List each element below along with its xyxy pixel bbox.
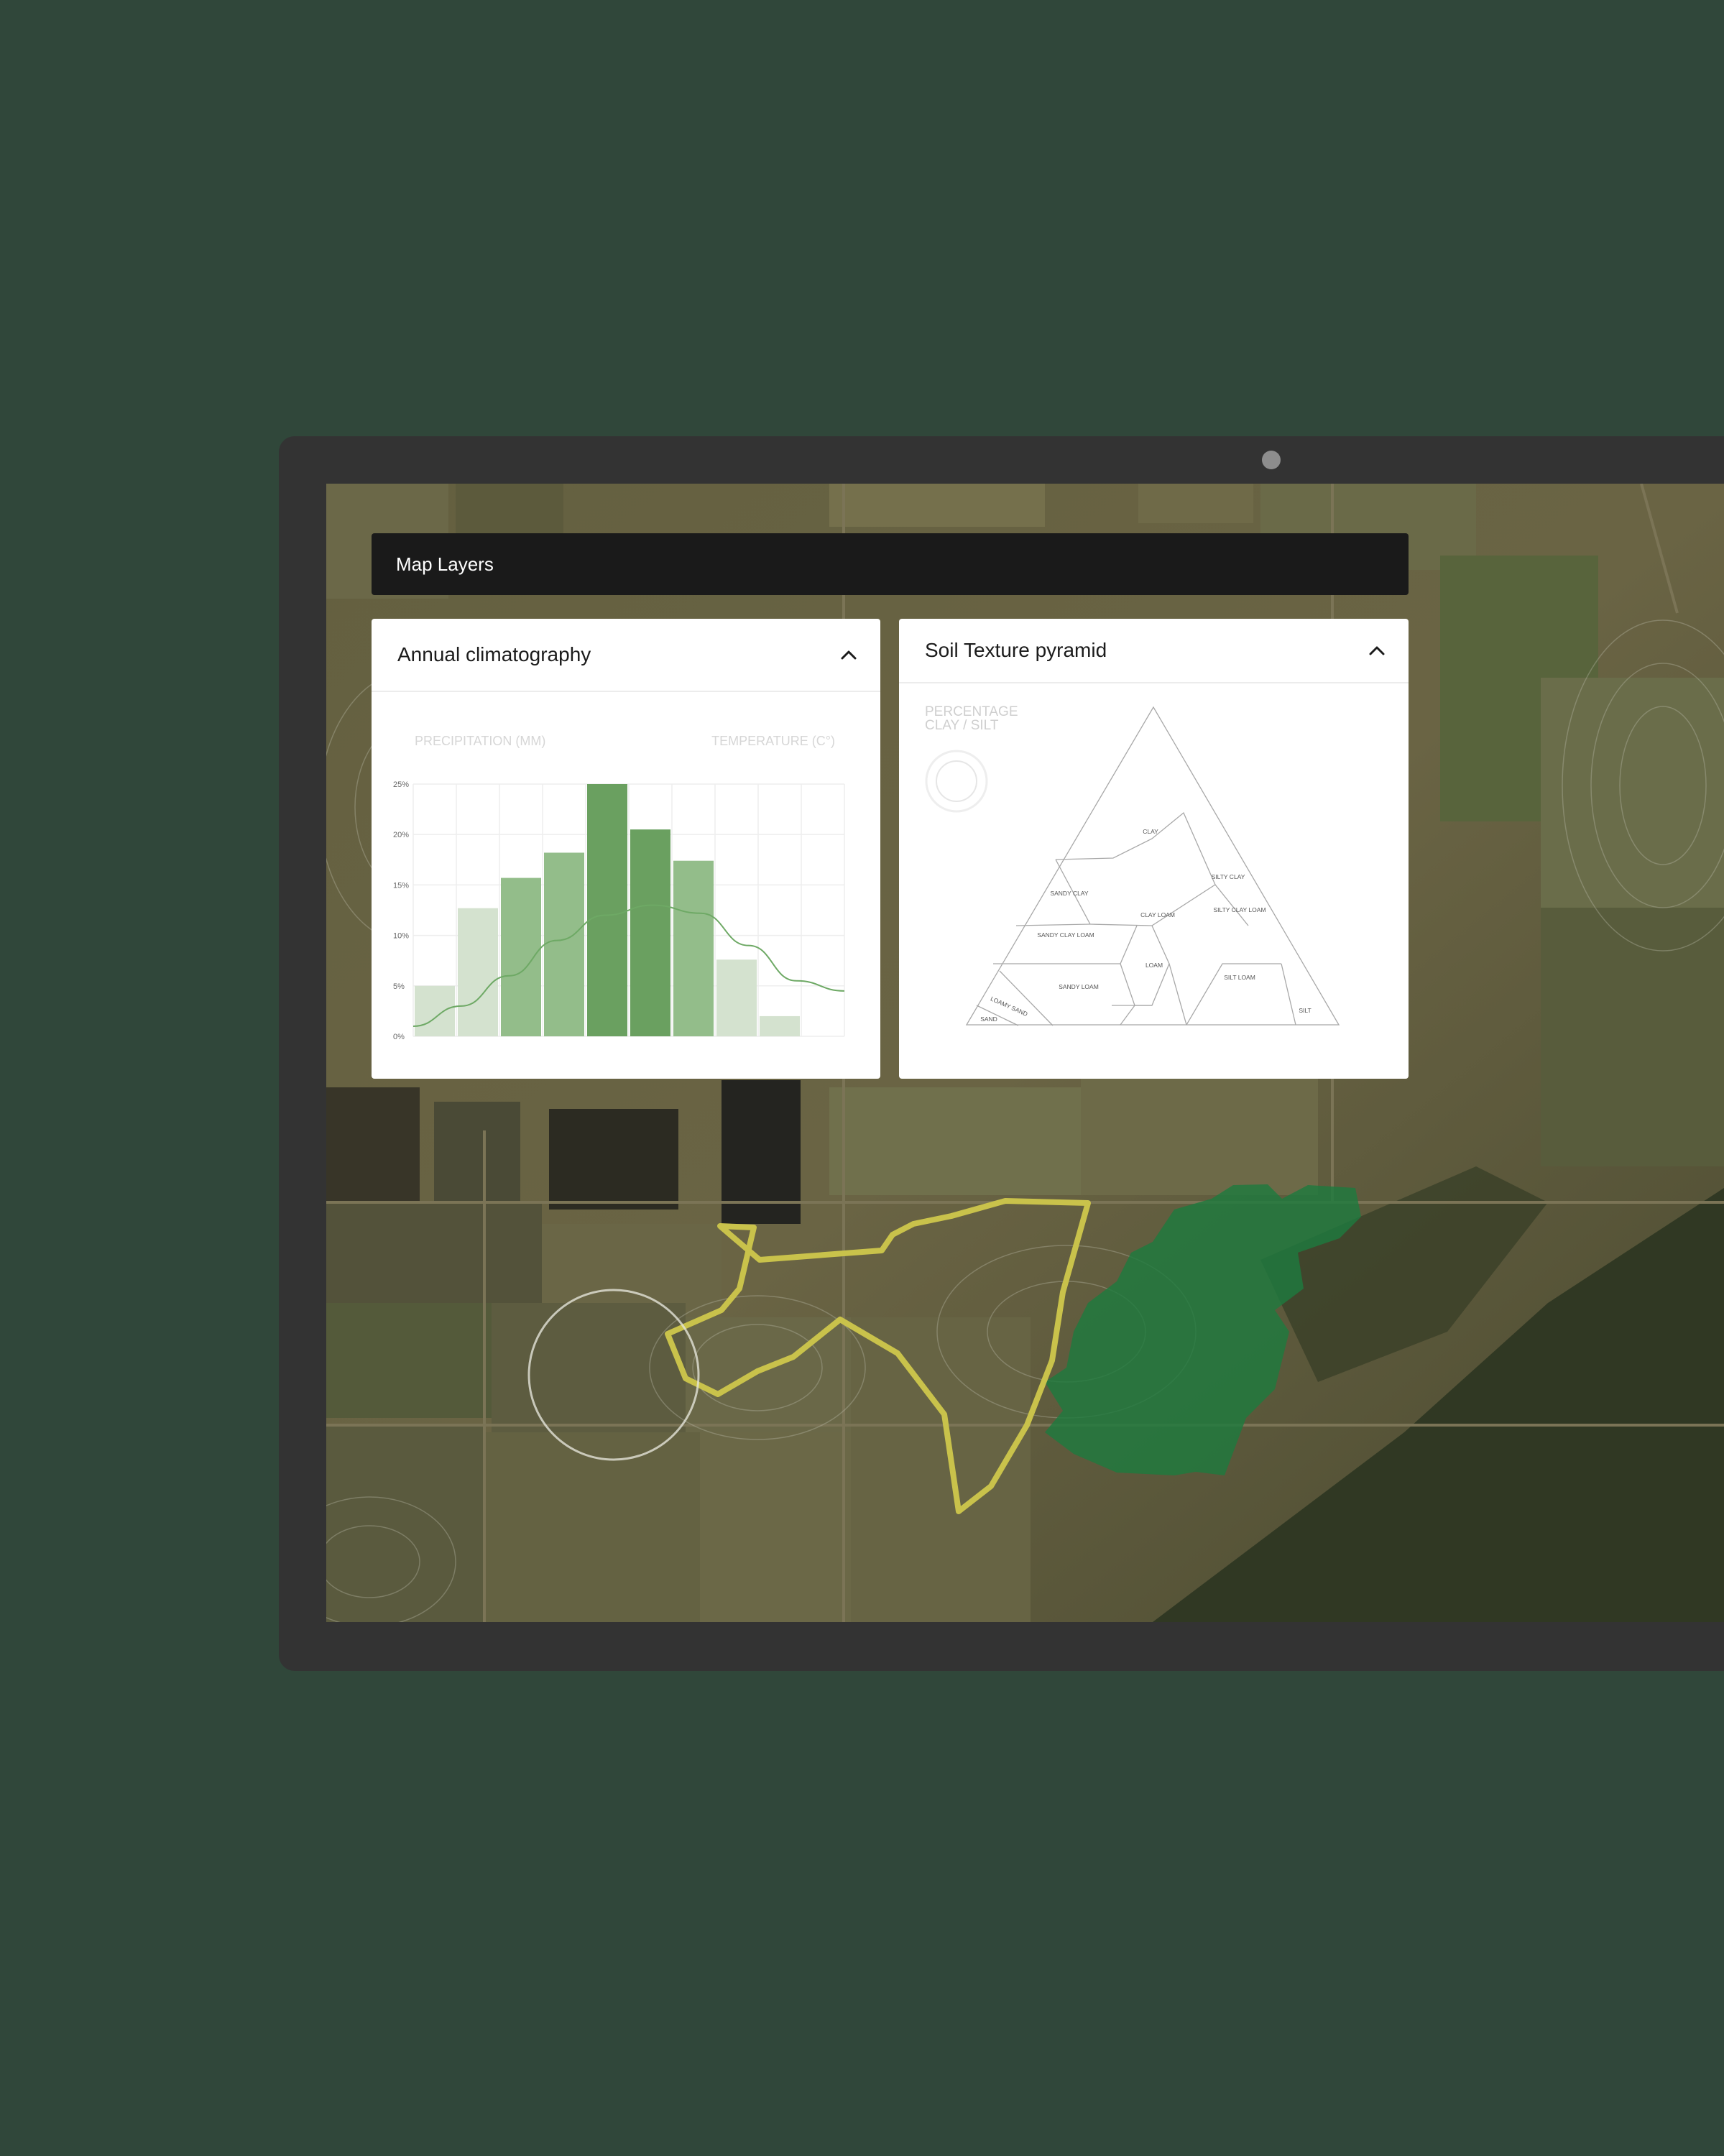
climatography-chart: PRECIPITATION (MM) TEMPERATURE (C°) 0% 5% 10… [393,734,845,1041]
chevron-up-icon[interactable] [1367,640,1387,660]
soil-texture-panel-title: Soil Texture pyramid [925,639,1107,661]
region-silt: SILT [1299,1007,1311,1014]
soil-indicator-ring [925,750,988,813]
bar [716,959,757,1036]
soil-texture-panel-header[interactable]: Soil Texture pyramid [899,619,1409,683]
map-layers-bar[interactable]: Map Layers [372,533,1409,595]
region-silty-clay-loam: SILTY CLAY LOAM [1213,906,1266,913]
bar [458,908,498,1036]
climatography-panel-title: Annual climatography [397,643,591,665]
bar [760,1015,800,1036]
y-tick-label: 25% [393,780,409,789]
soil-texture-pyramid: PERCENTAGE CLAY / SILT CLAY SILTY CLAY S… [925,704,1340,1026]
y-tick-label: 10% [393,932,409,941]
soil-texture-panel: Soil Texture pyramid PERCENTAGE CLAY / S… [899,619,1409,1079]
region-loam: LOAM [1146,962,1163,969]
region-silt-loam: SILT LOAM [1224,974,1255,981]
region-sand: SAND [980,1015,997,1023]
bar [501,877,541,1036]
bar [630,829,670,1036]
region-silty-clay: SILTY CLAY [1212,873,1245,880]
soil-indicator-inner [936,760,977,802]
region-clay: CLAY [1143,828,1158,835]
pyramid-lines [965,706,1340,1026]
bar [673,860,714,1036]
map-layers-title: Map Layers [396,553,494,575]
climatography-panel-header[interactable]: Annual climatography [372,619,880,692]
region-sandy-clay-loam: SANDY CLAY LOAM [1037,931,1094,939]
left-axis-label: PRECIPITATION (MM) [415,734,545,748]
webcam [1262,451,1281,469]
soil-side-label-line1: PERCENTAGE [925,704,1018,719]
bar [415,985,455,1036]
y-tick-label: 5% [393,982,405,991]
y-tick-label: 15% [393,881,409,890]
bar [544,852,584,1036]
climatography-panel: Annual climatography PRECIPITATION (MM) T… [372,619,880,1079]
right-axis-label: TEMPERATURE (C°) [711,734,835,748]
chevron-up-icon[interactable] [839,645,859,665]
map-viewport[interactable]: Map Layers Annual climatography PRECIPIT… [326,484,1724,1622]
y-tick-label: 0% [393,1033,405,1041]
bar [587,784,627,1036]
laptop-frame: Map Layers Annual climatography PRECIPIT… [279,436,1724,1671]
region-sandy-loam: SANDY LOAM [1059,983,1099,990]
y-tick-label: 20% [393,831,409,839]
soil-side-label-line2: CLAY / SILT [925,718,999,733]
region-sandy-clay: SANDY CLAY [1050,890,1088,897]
region-clay-loam: CLAY LOAM [1140,911,1175,918]
